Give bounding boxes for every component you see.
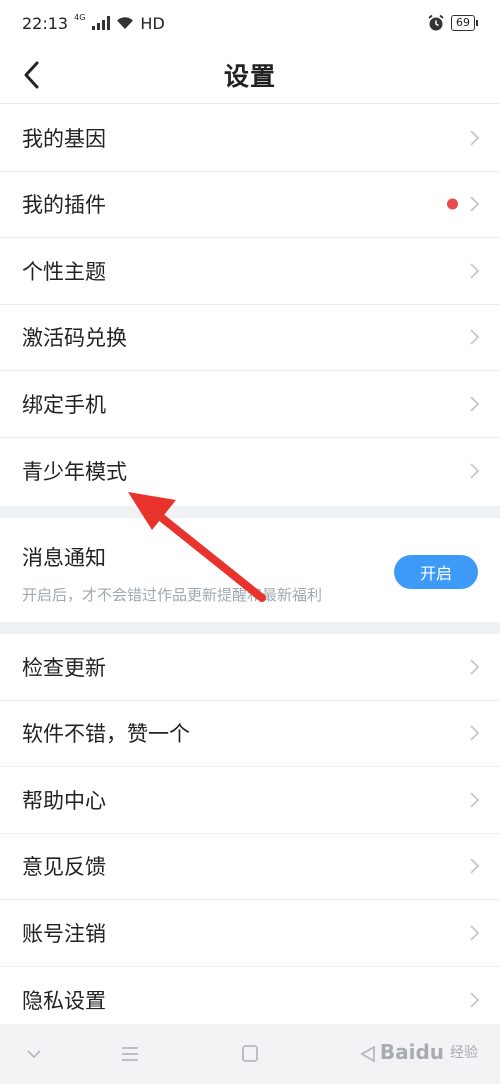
page-title: 设置: [223, 61, 276, 91]
menu-item-label: 我的基因: [22, 126, 106, 151]
chevron-right-icon: [470, 858, 480, 874]
menu-item-check-update[interactable]: 检查更新: [0, 634, 500, 701]
settings-group-account: 我的基因 我的插件 个性主题 激活码兑换 绑定手机 青少年模式: [0, 105, 500, 504]
menu-item-label: 绑定手机: [22, 392, 106, 417]
chevron-right-icon: [470, 992, 480, 1008]
settings-group-app: 检查更新 软件不错，赞一个 帮助中心 意见反馈 账号注销 隐私设置: [0, 634, 500, 1033]
menu-item-bind-phone[interactable]: 绑定手机: [0, 371, 500, 438]
battery-icon: 69: [451, 15, 478, 31]
chevron-right-icon: [470, 329, 480, 345]
hd-indicator: HD: [140, 13, 165, 33]
nav-home-icon[interactable]: [238, 1044, 262, 1064]
network-type: 4G: [74, 13, 86, 22]
menu-item-help-center[interactable]: 帮助中心: [0, 767, 500, 834]
chevron-right-icon: [470, 463, 480, 479]
system-nav-bar: Baidu 经验: [0, 1024, 500, 1084]
menu-item-redeem-code[interactable]: 激活码兑换: [0, 305, 500, 371]
menu-item-label: 检查更新: [22, 655, 106, 680]
menu-item-theme[interactable]: 个性主题: [0, 238, 500, 305]
section-separator: [0, 506, 500, 518]
back-button[interactable]: [16, 58, 46, 92]
baidu-watermark: Baidu 经验: [380, 1040, 478, 1064]
menu-item-rate-app[interactable]: 软件不错，赞一个: [0, 701, 500, 767]
signal-icon: [92, 16, 111, 30]
menu-item-delete-account[interactable]: 账号注销: [0, 900, 500, 967]
chevron-right-icon: [470, 196, 480, 212]
menu-item-label: 个性主题: [22, 259, 106, 284]
nav-back-icon[interactable]: [356, 1044, 380, 1064]
chevron-right-icon: [470, 396, 480, 412]
menu-item-label: 我的插件: [22, 193, 106, 218]
watermark-sub: 经验: [450, 1045, 478, 1061]
enable-notification-button[interactable]: 开启: [394, 555, 478, 589]
menu-item-youth-mode[interactable]: 青少年模式: [0, 438, 500, 505]
watermark-brand: Baidu: [379, 1040, 444, 1064]
chevron-right-icon: [470, 130, 480, 146]
title-bar: 设置: [0, 46, 500, 104]
nav-menu-icon[interactable]: [118, 1044, 142, 1064]
menu-item-label: 隐私设置: [22, 988, 106, 1013]
alarm-icon: [428, 14, 444, 31]
menu-item-label: 激活码兑换: [22, 326, 127, 351]
chevron-right-icon: [470, 925, 480, 941]
menu-item-label: 软件不错，赞一个: [22, 722, 190, 747]
menu-item-label: 意见反馈: [22, 855, 106, 880]
menu-item-label: 青少年模式: [22, 459, 127, 484]
menu-item-label: 帮助中心: [22, 788, 106, 813]
new-badge-dot: [447, 198, 458, 210]
notification-setting: 消息通知 开启后，才不会错过作品更新提醒和最新福利 开启: [0, 518, 500, 622]
status-time: 22:13: [22, 13, 69, 33]
menu-item-feedback[interactable]: 意见反馈: [0, 834, 500, 900]
chevron-right-icon: [470, 792, 480, 808]
chevron-right-icon: [470, 659, 480, 675]
menu-item-my-genes[interactable]: 我的基因: [0, 105, 500, 172]
chevron-right-icon: [470, 725, 480, 741]
status-right: 69: [427, 14, 478, 32]
section-separator: [0, 622, 500, 634]
menu-item-label: 账号注销: [22, 921, 106, 946]
battery-level: 69: [451, 15, 475, 31]
status-left: 22:13 4G HD: [22, 14, 165, 33]
status-bar: 22:13 4G HD 69: [0, 0, 500, 46]
wifi-icon: [117, 17, 134, 29]
chevron-left-icon: [24, 61, 39, 89]
chevron-right-icon: [470, 263, 480, 279]
nav-down-icon[interactable]: [22, 1044, 46, 1064]
menu-item-my-plugins[interactable]: 我的插件: [0, 172, 500, 238]
